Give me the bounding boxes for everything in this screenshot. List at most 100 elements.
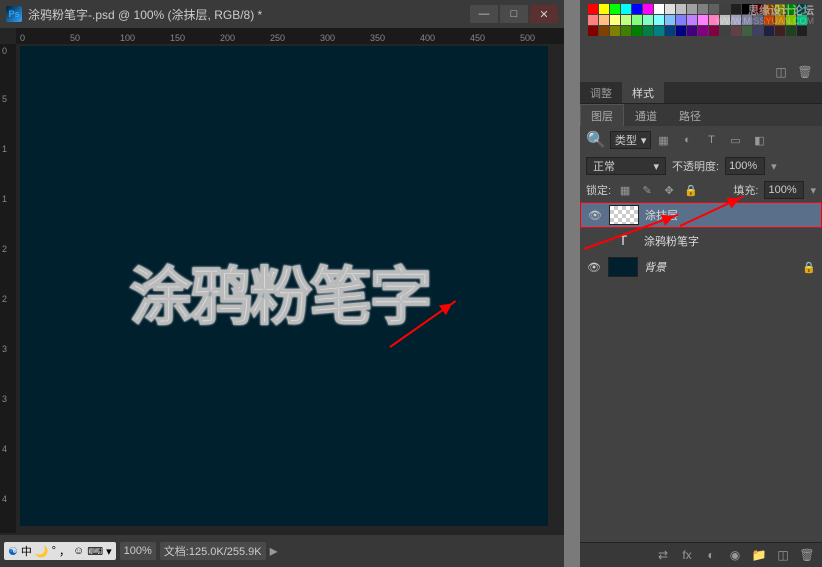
swatch[interactable]: [687, 26, 697, 36]
delete-layer-button[interactable]: 🗑: [798, 547, 816, 563]
layer-row-text[interactable]: T 涂鸦粉笔字: [580, 228, 822, 254]
swatch[interactable]: [720, 4, 730, 14]
swatch[interactable]: [764, 26, 774, 36]
swatch[interactable]: [621, 15, 631, 25]
swatch[interactable]: [753, 26, 763, 36]
swatch[interactable]: [588, 15, 598, 25]
swatch[interactable]: [698, 26, 708, 36]
swatch[interactable]: [676, 26, 686, 36]
visibility-toggle[interactable]: 👁: [587, 207, 603, 223]
new-swatch-button[interactable]: ◫: [772, 64, 790, 80]
tab-styles[interactable]: 样式: [622, 82, 664, 103]
swatch[interactable]: [599, 15, 609, 25]
layer-thumbnail-bg[interactable]: [608, 257, 638, 277]
swatch[interactable]: [698, 4, 708, 14]
link-layers-button[interactable]: ⇄: [654, 547, 672, 563]
canvas[interactable]: 涂鸦粉笔字: [20, 46, 548, 526]
statusbar: ☯ 中 🌙 ° ， ☺ ⌨ ▾ 100% 文档:125.0K/255.9K ▸: [0, 535, 564, 567]
filter-smart-icon[interactable]: ◧: [751, 132, 767, 148]
blend-row: 正常 ▾ 不透明度: 100% ▾: [580, 154, 822, 178]
canvas-area[interactable]: 涂鸦粉笔字: [16, 44, 564, 533]
swatch[interactable]: [643, 26, 653, 36]
swatch[interactable]: [709, 26, 719, 36]
swatch[interactable]: [643, 4, 653, 14]
swatch[interactable]: [786, 26, 796, 36]
minimize-button[interactable]: —: [470, 5, 498, 23]
blend-mode-select[interactable]: 正常 ▾: [586, 157, 666, 175]
tab-paths[interactable]: 路径: [668, 104, 712, 126]
swatch[interactable]: [654, 4, 664, 14]
layer-mask-button[interactable]: ◐: [702, 547, 720, 563]
opacity-input[interactable]: 100%: [725, 157, 765, 175]
lock-transparent-icon[interactable]: ▦: [617, 182, 633, 198]
swatch[interactable]: [621, 4, 631, 14]
swatch[interactable]: [588, 26, 598, 36]
delete-swatch-button[interactable]: 🗑: [796, 64, 814, 80]
swatch[interactable]: [599, 4, 609, 14]
filter-text-icon[interactable]: T: [703, 132, 719, 148]
close-button[interactable]: ✕: [530, 5, 558, 23]
swatch[interactable]: [709, 4, 719, 14]
tab-layers[interactable]: 图层: [580, 104, 624, 126]
swatch[interactable]: [621, 26, 631, 36]
layers-footer: ⇄ fx ◐ ◉ 📁 ◫ 🗑: [580, 542, 822, 567]
swatch[interactable]: [731, 4, 741, 14]
filter-pixel-icon[interactable]: ▦: [655, 132, 671, 148]
swatch[interactable]: [632, 26, 642, 36]
swatch[interactable]: [665, 15, 675, 25]
swatch[interactable]: [676, 4, 686, 14]
filter-type-select[interactable]: 类型 ▾: [610, 131, 652, 149]
filter-adjust-icon[interactable]: ◐: [679, 132, 695, 148]
swatch[interactable]: [742, 26, 752, 36]
swatch[interactable]: [632, 15, 642, 25]
doc-size[interactable]: 文档:125.0K/255.9K: [160, 542, 266, 560]
swatch[interactable]: [643, 15, 653, 25]
swatch[interactable]: [797, 26, 807, 36]
status-arrow-icon[interactable]: ▸: [270, 541, 278, 561]
swatch[interactable]: [654, 26, 664, 36]
swatch[interactable]: [687, 15, 697, 25]
swatch[interactable]: [665, 26, 675, 36]
swatch[interactable]: [610, 4, 620, 14]
fill-input[interactable]: 100%: [764, 181, 804, 199]
maximize-button[interactable]: □: [500, 5, 528, 23]
ruler-horizontal: 0 50 100 150 200 250 300 350 400 450 500: [16, 28, 564, 44]
chevron-down-icon[interactable]: ▾: [771, 160, 777, 173]
swatch[interactable]: [665, 4, 675, 14]
lock-pixels-icon[interactable]: ✎: [639, 182, 655, 198]
panel-tabs-layers: 图层 通道 路径: [580, 104, 822, 126]
swatch[interactable]: [698, 15, 708, 25]
chevron-down-icon[interactable]: ▾: [810, 184, 816, 197]
swatch[interactable]: [720, 26, 730, 36]
zoom-level[interactable]: 100%: [120, 542, 156, 560]
swatch[interactable]: [610, 26, 620, 36]
swatch[interactable]: [775, 26, 785, 36]
new-layer-button[interactable]: ◫: [774, 547, 792, 563]
group-button[interactable]: 📁: [750, 547, 768, 563]
layer-style-button[interactable]: fx: [678, 547, 696, 563]
swatch[interactable]: [687, 4, 697, 14]
search-icon[interactable]: 🔍: [586, 130, 606, 150]
ime-toolbar[interactable]: ☯ 中 🌙 ° ， ☺ ⌨ ▾: [4, 542, 116, 560]
swatch[interactable]: [632, 4, 642, 14]
swatch[interactable]: [588, 4, 598, 14]
watermark-url: WWW.MISSYUAN.COM: [716, 16, 814, 26]
right-panels: 思缘设计论坛 WWW.MISSYUAN.COM ◫ 🗑 调整 样式 图层 通道 …: [580, 0, 822, 567]
lock-position-icon[interactable]: ✥: [661, 182, 677, 198]
swatch[interactable]: [654, 15, 664, 25]
layer-thumbnail[interactable]: [609, 205, 639, 225]
visibility-toggle[interactable]: 👁: [586, 259, 602, 275]
swatch[interactable]: [610, 15, 620, 25]
swatch[interactable]: [676, 15, 686, 25]
layer-name[interactable]: 背景: [644, 259, 796, 275]
layer-row-background[interactable]: 👁 背景 🔒: [580, 254, 822, 280]
lock-all-icon[interactable]: 🔒: [683, 182, 699, 198]
tab-channels[interactable]: 通道: [624, 104, 668, 126]
tab-adjustments[interactable]: 调整: [580, 82, 622, 103]
swatch[interactable]: [599, 26, 609, 36]
chevron-down-icon: ▾: [106, 545, 112, 558]
filter-shape-icon[interactable]: ▭: [727, 132, 743, 148]
layer-name[interactable]: 涂鸦粉笔字: [644, 233, 816, 249]
swatch[interactable]: [731, 26, 741, 36]
adjustment-layer-button[interactable]: ◉: [726, 547, 744, 563]
